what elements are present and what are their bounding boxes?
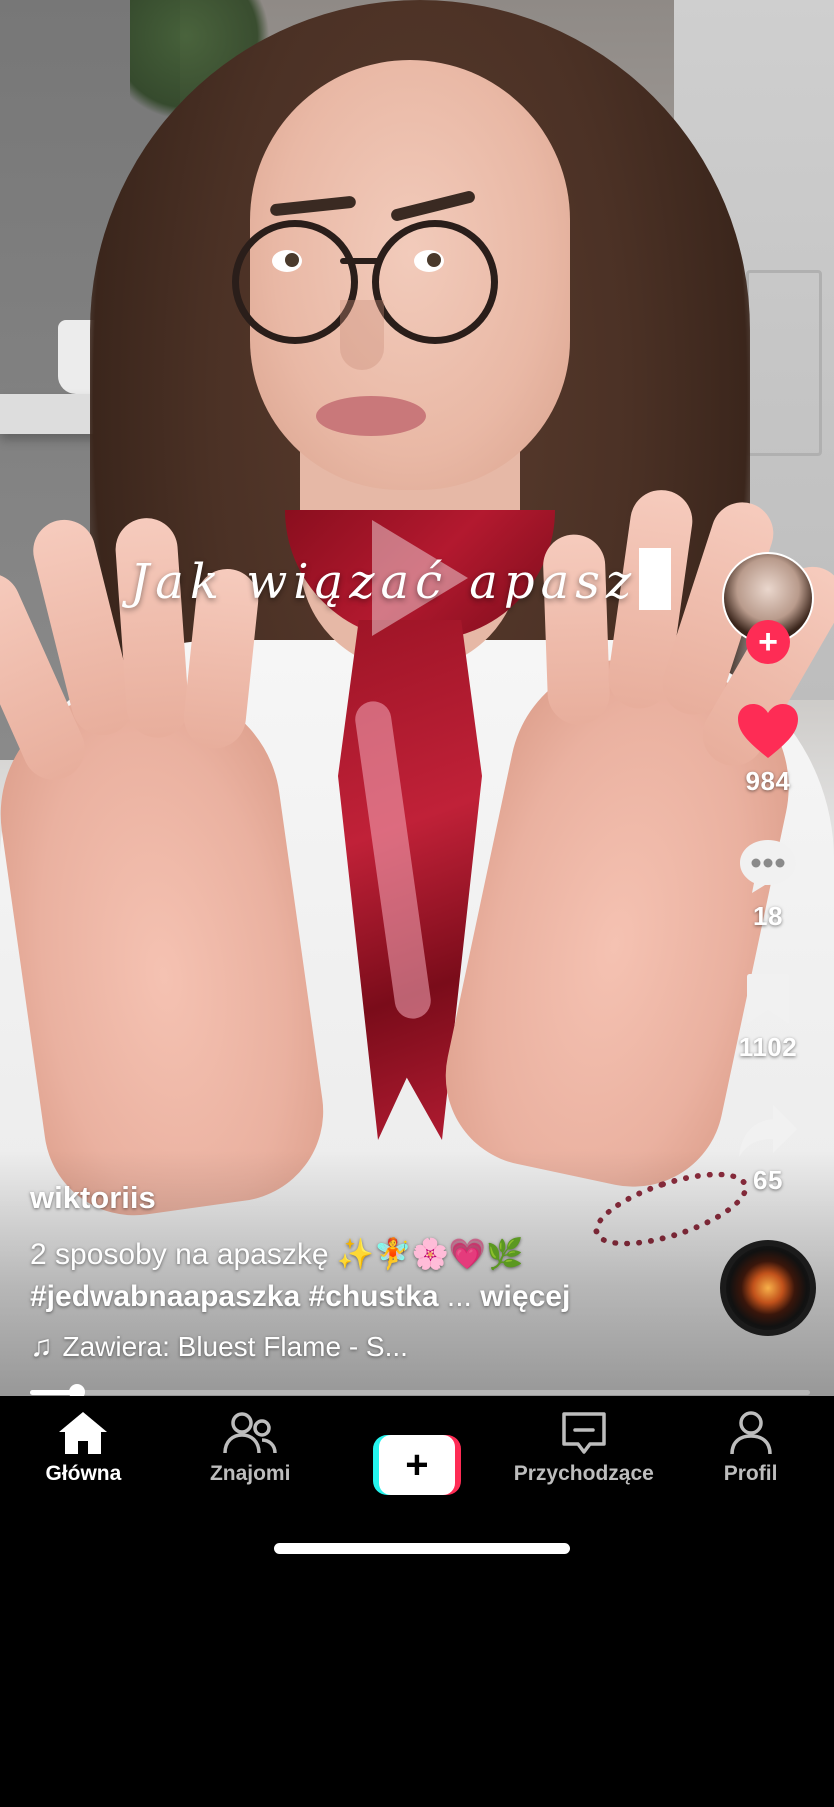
text-cursor [639, 548, 672, 610]
caption-text: 2 sposoby na apaszkę ✨🧚🌸💗🌿 [30, 1238, 524, 1271]
plus-icon: + [378, 1435, 455, 1495]
share-button[interactable]: 65 [737, 1103, 799, 1196]
author-username[interactable]: wiktoriis [30, 1180, 650, 1216]
bookmark-count: 1102 [738, 1032, 798, 1062]
caption-hashtags[interactable]: #jedwabnaapaszka #chustka [30, 1280, 439, 1313]
comment-button[interactable]: 18 [737, 837, 799, 932]
home-icon [59, 1412, 108, 1454]
share-count: 65 [753, 1165, 783, 1195]
music-disc-icon[interactable] [720, 1240, 816, 1336]
bottom-tab-bar: Główna Znajomi + Przychodzące Profil [0, 1396, 834, 1516]
tab-profile[interactable]: Profil [667, 1396, 834, 1516]
tab-inbox[interactable]: Przychodzące [500, 1396, 667, 1516]
caption-more-link[interactable]: więcej [480, 1280, 570, 1313]
comment-count: 18 [753, 901, 783, 931]
action-rail: + 984 18 1102 65 [708, 552, 828, 1336]
sound-label: Zawiera: Bluest Flame - S... [62, 1331, 408, 1362]
like-button[interactable]: 984 [736, 702, 800, 797]
person-lips [316, 396, 426, 436]
glasses-bridge [340, 258, 380, 264]
glasses-lens [372, 220, 498, 344]
caption-ellipsis: ... [438, 1280, 481, 1313]
tab-inbox-label: Przychodzące [513, 1462, 654, 1485]
tab-friends[interactable]: Znajomi [167, 1396, 334, 1516]
profile-icon [729, 1411, 772, 1455]
video-caption: 2 sposoby na apaszkę ✨🧚🌸💗🌿 #jedwabnaapas… [30, 1234, 650, 1318]
music-note-icon: ♫ [30, 1330, 53, 1363]
background-door [746, 270, 822, 456]
create-button[interactable]: + [372, 1435, 461, 1495]
heart-icon [738, 704, 798, 758]
video-meta: wiktoriis 2 sposoby na apaszkę ✨🧚🌸💗🌿 #je… [30, 1180, 650, 1364]
person-nose [340, 300, 384, 370]
comment-icon [740, 840, 796, 893]
share-icon [739, 1105, 797, 1157]
video-progress-bar[interactable] [30, 1384, 810, 1400]
video-text-overlay: Jak wiązać apasz [130, 548, 672, 610]
sound-link[interactable]: ♫ Zawiera: Bluest Flame - S... [30, 1330, 650, 1364]
tab-profile-label: Profil [723, 1462, 778, 1485]
home-indicator[interactable] [274, 1543, 570, 1554]
bookmark-icon [747, 974, 789, 1024]
friends-icon [223, 1412, 277, 1454]
bookmark-button[interactable]: 1102 [739, 972, 797, 1063]
follow-button[interactable]: + [746, 620, 790, 664]
like-count: 984 [745, 766, 791, 796]
tab-home-label: Główna [45, 1462, 122, 1485]
tab-home[interactable]: Główna [0, 1396, 167, 1516]
tab-create[interactable]: + [334, 1396, 501, 1516]
tab-friends-label: Znajomi [209, 1462, 291, 1485]
inbox-icon [562, 1412, 606, 1454]
